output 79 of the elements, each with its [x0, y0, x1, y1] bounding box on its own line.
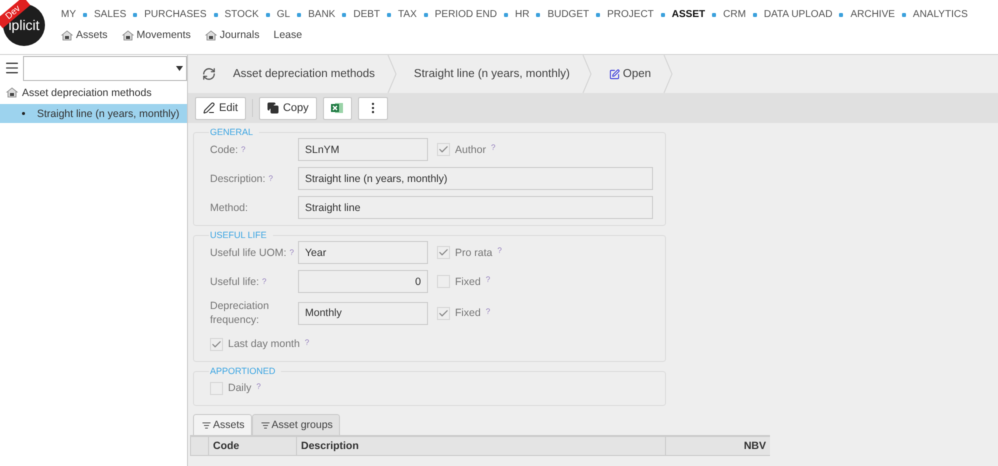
house-icon [204, 30, 217, 40]
field-label: Useful life: [210, 274, 260, 288]
field-label: Code: [210, 142, 238, 156]
checkbox-label: Fixed [455, 276, 481, 288]
subnav-link[interactable]: Movements [122, 29, 191, 41]
input-field[interactable]: SLnYM [298, 138, 428, 161]
input-field[interactable]: Straight line [298, 196, 653, 219]
filter-icon [260, 420, 270, 430]
column-header[interactable]: Description [296, 437, 665, 455]
module-link[interactable]: PERIOD END [434, 9, 497, 20]
module-link[interactable]: DEBT [353, 9, 380, 20]
breadcrumb-item[interactable]: Straight line (n years, monthly) [396, 68, 582, 80]
module-link[interactable]: BANK [308, 9, 336, 20]
module-link[interactable]: TAX [398, 9, 417, 20]
module-link[interactable]: PROJECT [607, 9, 654, 20]
section-title: USEFUL LIFE [209, 230, 268, 240]
more-button[interactable] [358, 96, 388, 120]
module-link[interactable]: BUDGET [547, 9, 590, 20]
checkbox-label: Author [455, 144, 486, 156]
input-field[interactable]: Year [298, 241, 428, 264]
refresh-icon[interactable] [202, 67, 216, 81]
field-label: Description: [210, 172, 266, 186]
tree-item[interactable]: Asset depreciation methods [0, 83, 187, 102]
checkbox-label: Daily [228, 382, 252, 394]
module-link[interactable]: DATA UPLOAD [764, 9, 832, 20]
checkbox-label: Pro rata [455, 246, 492, 258]
input-field[interactable]: 0 [298, 270, 428, 293]
module-link[interactable]: STOCK [224, 9, 259, 20]
module-link[interactable]: ARCHIVE [850, 9, 895, 20]
pen-icon [203, 102, 215, 114]
dropdown-caret-icon [176, 66, 183, 70]
field-label: Depreciation frequency: [210, 299, 270, 327]
field-label: Useful life UOM: [210, 246, 286, 260]
module-link[interactable]: ANALYTICS [912, 9, 968, 20]
subnav-link[interactable]: Lease [274, 29, 302, 41]
checkbox[interactable] [210, 382, 223, 394]
input-field[interactable]: Monthly [298, 302, 428, 324]
tab[interactable]: Assets [193, 414, 252, 435]
section-title: GENERAL [209, 127, 254, 137]
module-link[interactable]: SALES [94, 9, 126, 20]
edit-square-icon [608, 68, 620, 80]
section-title: APPORTIONED [209, 366, 276, 376]
checkbox[interactable] [210, 338, 223, 350]
filter-icon [202, 420, 211, 430]
field-label: Method: [210, 200, 248, 214]
edit-button[interactable]: Edit [195, 96, 246, 120]
menu-icon [4, 60, 20, 76]
checkbox[interactable] [437, 275, 450, 288]
house-icon [6, 87, 18, 98]
module-link[interactable]: CRM [723, 9, 746, 20]
module-link[interactable]: MY [61, 9, 76, 20]
tab[interactable]: Asset groups [252, 414, 340, 435]
module-link[interactable]: PURCHASES [144, 9, 206, 20]
module-link[interactable]: ASSET [672, 9, 706, 20]
spreadsheet-icon [330, 102, 344, 114]
bullet-icon [22, 112, 25, 115]
open-link[interactable]: Open [592, 68, 664, 80]
module-link[interactable]: GL [276, 9, 290, 20]
house-icon [122, 30, 134, 40]
checkbox[interactable] [437, 246, 450, 259]
checkbox[interactable] [437, 143, 450, 156]
subnav-link[interactable]: Journals [204, 29, 260, 41]
select-field[interactable] [23, 56, 187, 80]
tree-item-label: Asset depreciation methods [22, 86, 152, 98]
checkbox[interactable] [437, 306, 450, 320]
column-header[interactable]: NBV [665, 437, 770, 455]
tree-item[interactable]: Straight line (n years, monthly) [0, 104, 187, 123]
house-icon [61, 30, 73, 40]
copy-icon [266, 102, 279, 114]
module-link[interactable]: HR [514, 9, 530, 20]
spreadsheet-export-button[interactable] [322, 96, 352, 120]
subnav-link[interactable]: Assets [61, 29, 108, 41]
breadcrumb-item[interactable]: Asset depreciation methods [216, 68, 387, 80]
checkbox-label: Fixed [455, 307, 481, 319]
input-field[interactable]: Straight line (n years, monthly) [298, 167, 653, 190]
copy-button[interactable]: Copy [258, 96, 317, 120]
tree-item-label: Straight line (n years, monthly) [37, 108, 180, 120]
column-header[interactable]: Code [208, 437, 296, 455]
checkbox-label: Last day month [228, 338, 300, 350]
